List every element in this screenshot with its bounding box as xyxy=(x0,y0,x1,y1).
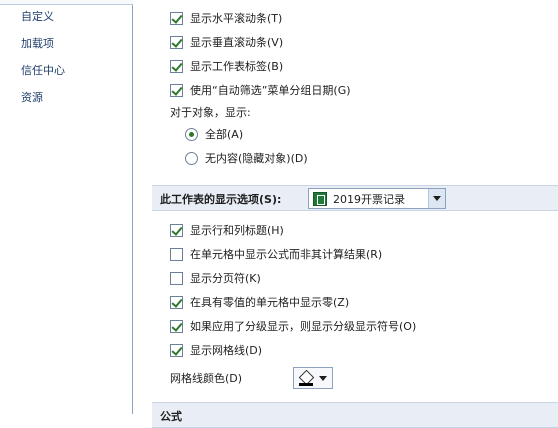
sheet-select-value: 2019开票记录 xyxy=(333,192,405,206)
checkbox[interactable] xyxy=(170,223,183,237)
sidebar-top-edge xyxy=(0,0,133,5)
option-show-zero[interactable]: 在具有零值的单元格中显示零(Z) xyxy=(170,292,349,312)
gridline-color-row: 网格线颜色(D) xyxy=(170,364,370,392)
sidebar-item-trust-center[interactable]: 信任中心 xyxy=(21,62,65,80)
sidebar-item-addins[interactable]: 加载项 xyxy=(21,35,54,53)
option-page-breaks[interactable]: 显示分页符(K) xyxy=(170,268,261,288)
option-label: 使用“自动筛选”菜单分组日期(G) xyxy=(190,84,351,97)
option-outline-symbols[interactable]: 如果应用了分级显示，则显示分级显示符号(O) xyxy=(170,316,416,336)
section-sheet-display-options: 此工作表的显示选项(S): 2019开票记录 xyxy=(152,185,558,211)
option-label: 在具有零值的单元格中显示零(Z) xyxy=(190,296,350,309)
radio-label: 无内容(隐藏对象)(D) xyxy=(205,152,308,165)
option-show-formulas[interactable]: 在单元格中显示公式而非其计算结果(R) xyxy=(170,244,382,264)
sidebar-item-resources[interactable]: 资源 xyxy=(21,89,43,107)
option-label: 显示网格线(D) xyxy=(190,344,263,357)
option-vertical-scrollbar[interactable]: 显示垂直滚动条(V) xyxy=(170,32,283,52)
section-formulas: 公式 xyxy=(152,402,558,428)
option-sheet-tabs[interactable]: 显示工作表标签(B) xyxy=(170,56,283,76)
chevron-down-icon[interactable] xyxy=(428,189,445,208)
excel-sheet-icon xyxy=(313,191,327,206)
section-title: 此工作表的显示选项(S): xyxy=(160,193,282,206)
checkbox[interactable] xyxy=(170,271,183,285)
objects-caption: 对于对象，显示: xyxy=(170,106,251,119)
checkbox[interactable] xyxy=(170,83,183,97)
radio-label: 全部(A) xyxy=(205,128,244,141)
checkbox[interactable] xyxy=(170,247,183,261)
checkbox[interactable] xyxy=(170,295,183,309)
radio-button[interactable] xyxy=(185,127,198,141)
gridline-color-label: 网格线颜色(D) xyxy=(170,372,243,385)
checkbox[interactable] xyxy=(170,59,183,73)
option-horizontal-scrollbar[interactable]: 显示水平滚动条(T) xyxy=(170,8,282,28)
option-label: 显示分页符(K) xyxy=(190,272,261,285)
radio-hide-objects[interactable]: 无内容(隐藏对象)(D) xyxy=(185,148,308,168)
option-label: 显示工作表标签(B) xyxy=(190,60,284,73)
checkbox[interactable] xyxy=(170,35,183,49)
option-label: 显示水平滚动条(T) xyxy=(190,12,283,25)
option-label: 如果应用了分级显示，则显示分级显示符号(O) xyxy=(190,320,417,333)
option-row-col-headers[interactable]: 显示行和列标题(H) xyxy=(170,220,284,240)
radio-button[interactable] xyxy=(185,151,198,165)
section-title: 公式 xyxy=(160,410,182,423)
fill-color-icon xyxy=(299,371,313,386)
sheet-select[interactable]: 2019开票记录 xyxy=(308,188,446,209)
chevron-down-icon xyxy=(319,375,327,381)
option-label: 显示行和列标题(H) xyxy=(190,224,284,237)
sidebar-item-customize[interactable]: 自定义 xyxy=(21,8,54,26)
checkbox[interactable] xyxy=(170,343,183,357)
gridline-color-button[interactable] xyxy=(293,367,333,389)
option-group-dates-autofilter[interactable]: 使用“自动筛选”菜单分组日期(G) xyxy=(170,80,351,100)
option-label: 在单元格中显示公式而非其计算结果(R) xyxy=(190,248,383,261)
options-content: 显示水平滚动条(T) 显示垂直滚动条(V) 显示工作表标签(B) 使用“自动筛选… xyxy=(134,0,558,428)
checkbox[interactable] xyxy=(170,11,183,25)
option-gridlines[interactable]: 显示网格线(D) xyxy=(170,340,262,360)
radio-show-all[interactable]: 全部(A) xyxy=(185,124,243,144)
checkbox[interactable] xyxy=(170,319,183,333)
option-label: 显示垂直滚动条(V) xyxy=(190,36,284,49)
options-sidebar: 自定义 加载项 信任中心 资源 xyxy=(0,0,133,414)
